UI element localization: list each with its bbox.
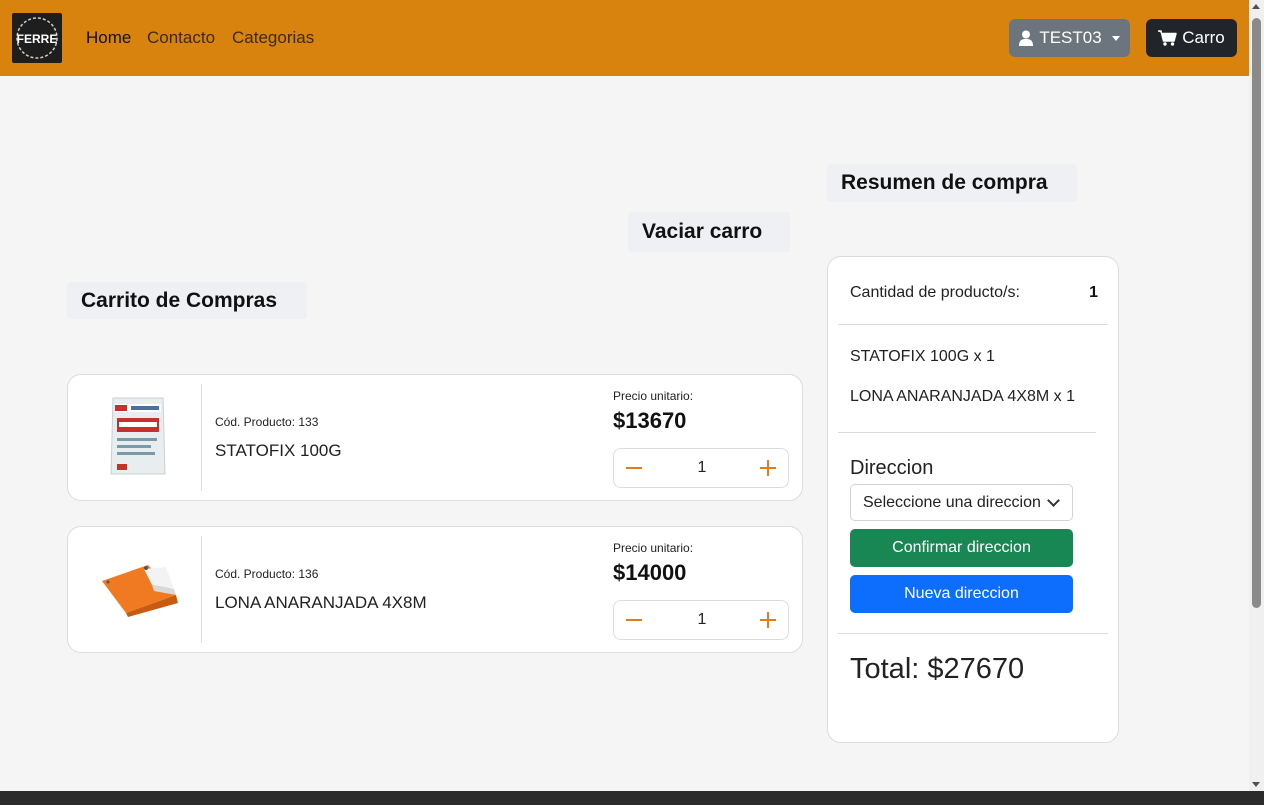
user-menu-button[interactable]: TEST03 xyxy=(1009,19,1130,57)
card-divider xyxy=(201,536,202,643)
cart-label: Carro xyxy=(1182,28,1225,47)
plus-icon[interactable] xyxy=(760,460,776,476)
page-scrollbar[interactable] xyxy=(1249,0,1264,791)
scroll-down-icon[interactable] xyxy=(1252,782,1260,787)
nav-home[interactable]: Home xyxy=(86,28,131,48)
plus-icon[interactable] xyxy=(760,612,776,628)
user-label: TEST03 xyxy=(1039,28,1102,47)
unit-price-label: Precio unitario: xyxy=(613,389,694,403)
address-select-value: Seleccione una direccion xyxy=(863,494,1041,511)
empty-cart-button[interactable]: Vaciar carro xyxy=(628,212,790,252)
product-price: $14000 xyxy=(613,560,687,585)
unit-price-label: Precio unitario: xyxy=(613,541,694,555)
summary-title: Resumen de compra xyxy=(827,164,1077,202)
order-total: Total: $27670 xyxy=(850,653,1025,685)
summary-divider xyxy=(838,324,1108,325)
address-select[interactable]: Seleccione una direccion xyxy=(850,484,1073,521)
product-name: LONA ANARANJADA 4X8M xyxy=(215,593,427,612)
new-address-button[interactable]: Nueva direccion xyxy=(850,575,1073,613)
summary-item: STATOFIX 100G x 1 xyxy=(850,348,995,365)
product-card: Cód. Producto: 133 STATOFIX 100G Precio … xyxy=(67,374,803,501)
product-name: STATOFIX 100G xyxy=(215,441,342,460)
chevron-down-icon xyxy=(1111,35,1120,41)
direction-label: Direccion xyxy=(850,457,934,479)
brand-logo[interactable]: FERRE xyxy=(12,13,62,63)
nav-categorias[interactable]: Categorias xyxy=(232,28,314,48)
cart-icon xyxy=(1158,30,1177,46)
navbar: FERRE Home Contacto Categorias TEST03 Ca… xyxy=(0,0,1249,76)
summary-divider xyxy=(838,633,1108,634)
summary-item: LONA ANARANJADA 4X8M x 1 xyxy=(850,388,1075,405)
quantity-stepper: 1 xyxy=(613,600,789,640)
chevron-down-icon xyxy=(1047,494,1060,507)
product-code: Cód. Producto: 136 xyxy=(215,567,319,581)
purchase-summary: Cantidad de producto/s: 1 STATOFIX 100G … xyxy=(827,256,1119,743)
cart-title: Carrito de Compras xyxy=(67,282,307,319)
summary-divider xyxy=(838,432,1096,433)
confirm-address-button[interactable]: Confirmar direccion xyxy=(850,529,1073,567)
scroll-up-icon[interactable] xyxy=(1252,4,1260,9)
footer-bar xyxy=(0,791,1264,805)
scroll-thumb[interactable] xyxy=(1252,18,1261,608)
product-image-statofix xyxy=(90,389,186,485)
cart-button[interactable]: Carro xyxy=(1146,19,1237,57)
product-image-tarp xyxy=(90,541,186,637)
user-icon xyxy=(1019,30,1034,46)
product-code: Cód. Producto: 133 xyxy=(215,415,319,429)
nav-contacto[interactable]: Contacto xyxy=(147,28,215,48)
card-divider xyxy=(201,384,202,491)
product-count-value: 1 xyxy=(1089,284,1098,301)
logo-text: FERRE xyxy=(17,32,58,46)
quantity-stepper: 1 xyxy=(613,448,789,488)
product-card: Cód. Producto: 136 LONA ANARANJADA 4X8M … xyxy=(67,526,803,653)
product-count-label: Cantidad de producto/s: xyxy=(850,284,1020,301)
product-price: $13670 xyxy=(613,408,687,433)
